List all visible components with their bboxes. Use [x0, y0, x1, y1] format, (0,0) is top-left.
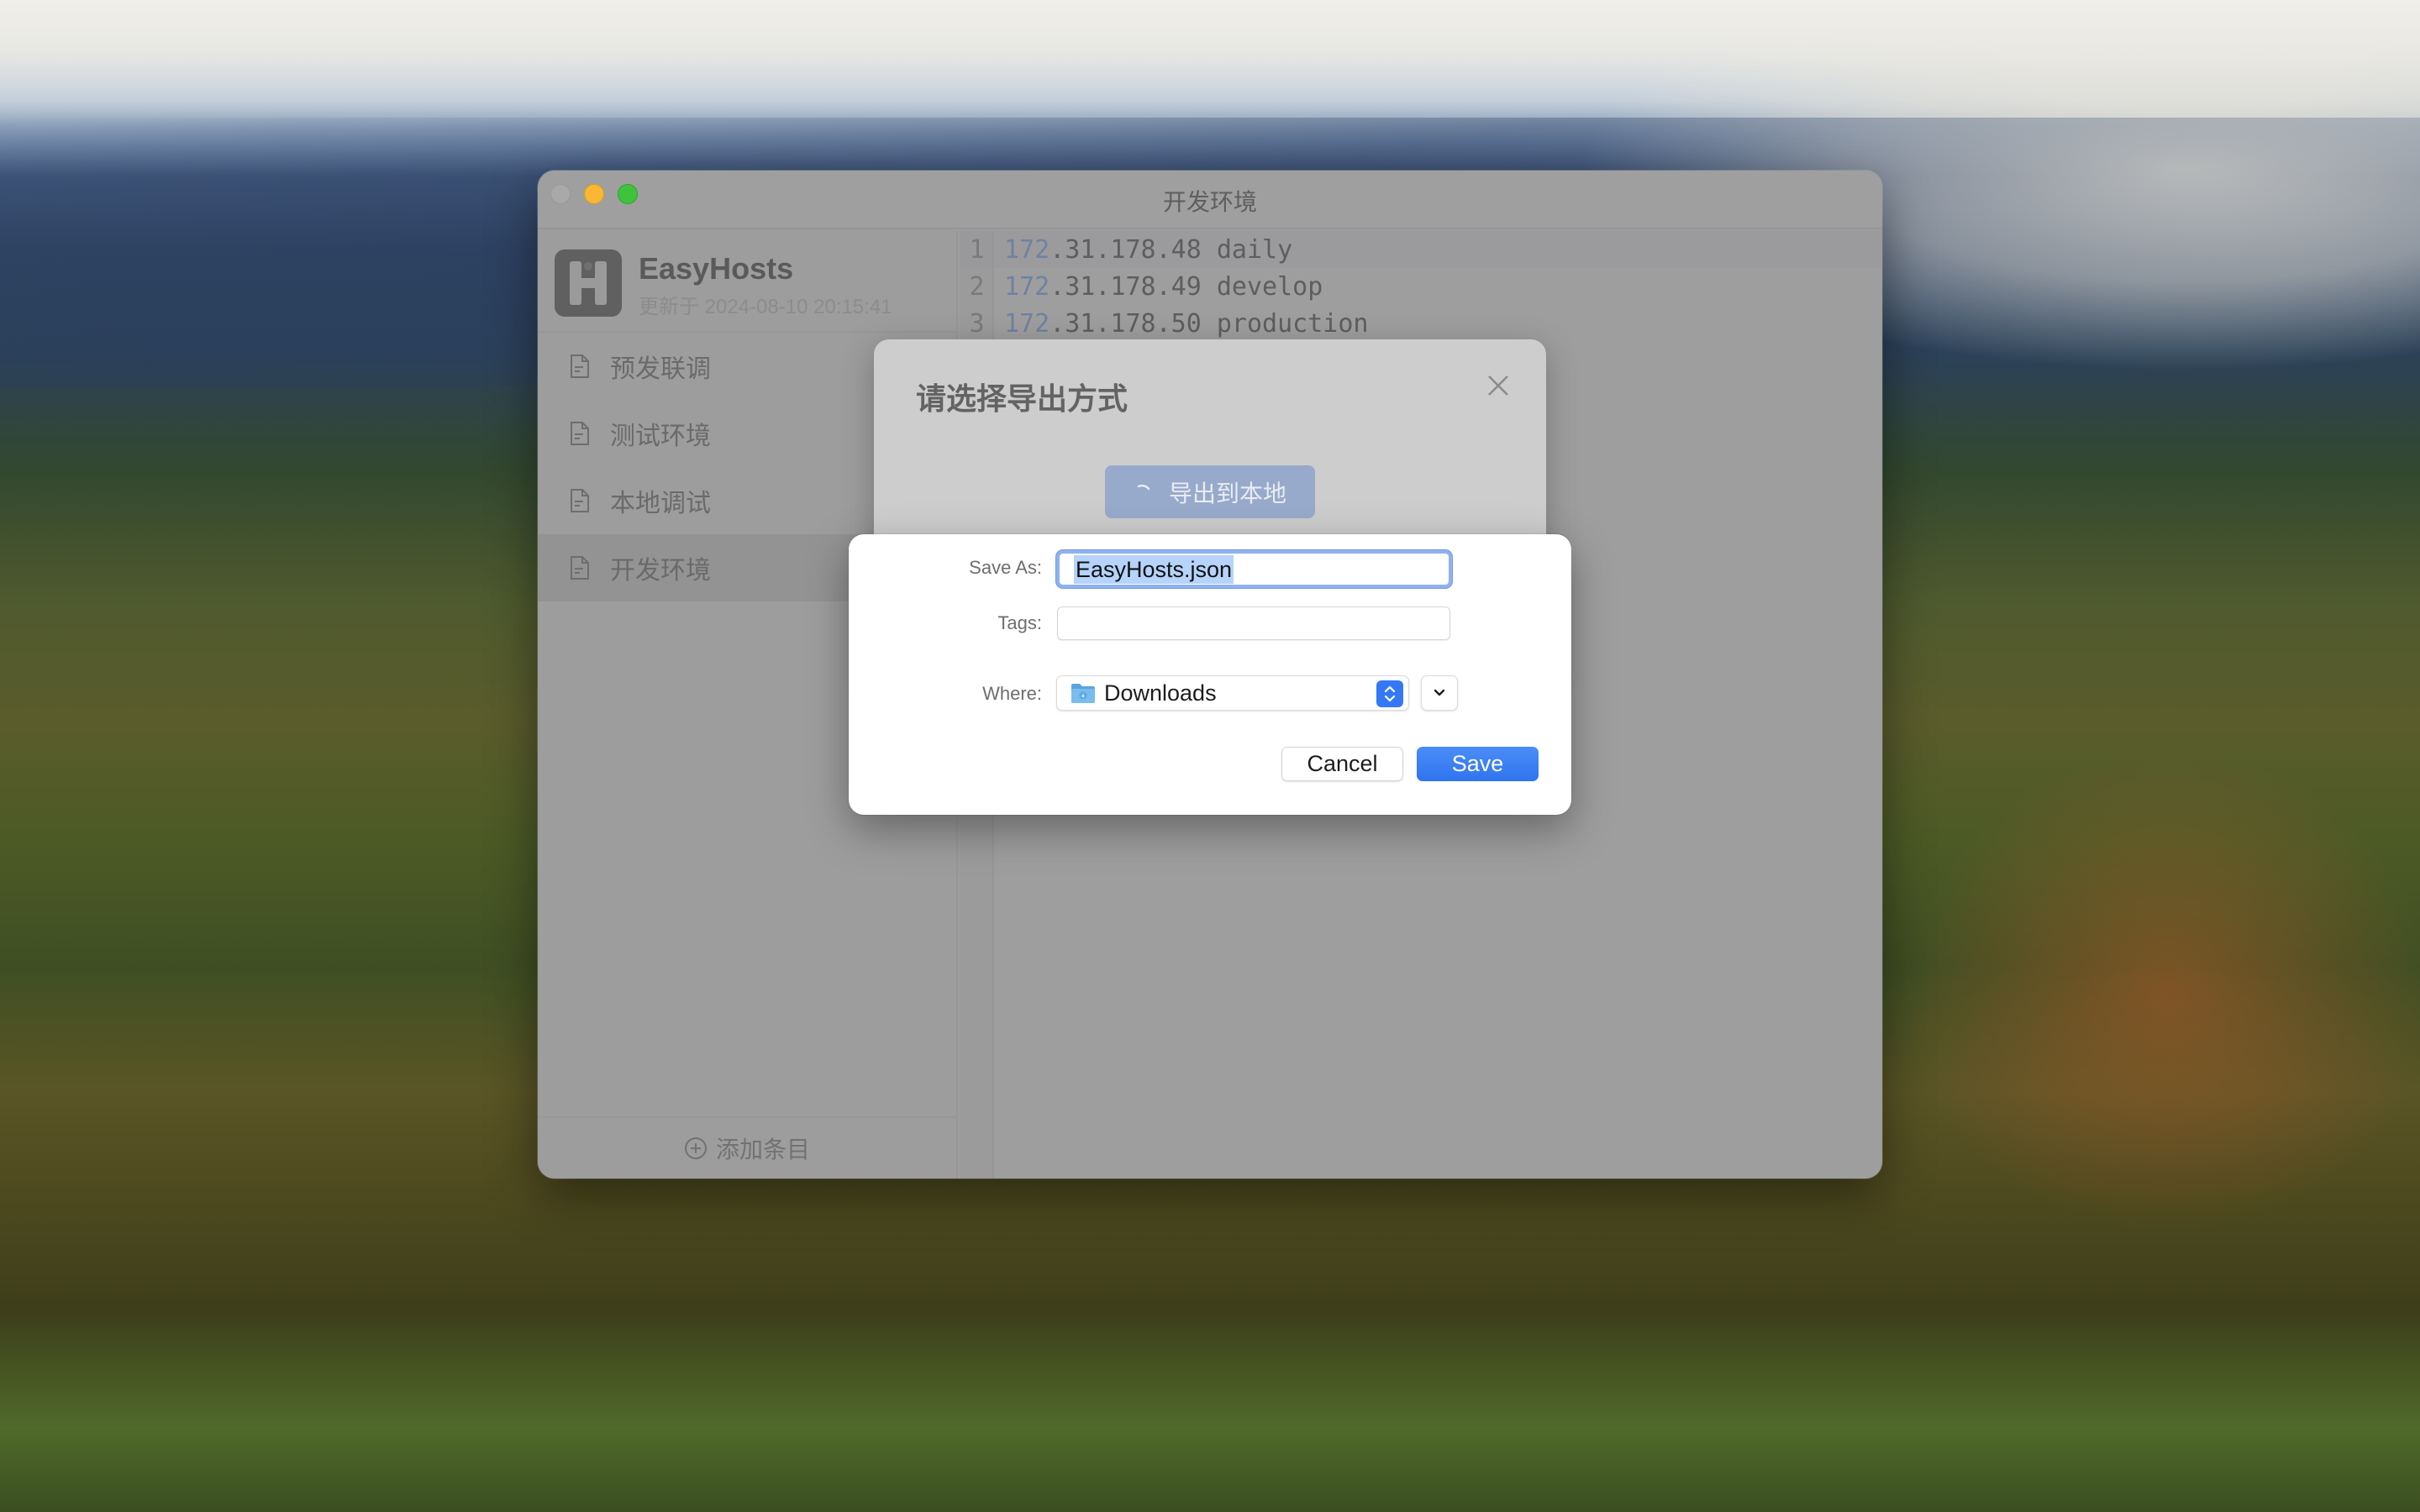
- expand-dialog-button[interactable]: [1421, 675, 1458, 711]
- code-line: 2 172.31.178.49 develop: [960, 268, 1882, 305]
- export-local-button[interactable]: 导出到本地: [1105, 465, 1315, 518]
- save-as-input[interactable]: EasyHosts.json: [1056, 550, 1452, 588]
- line-number: 2: [969, 271, 985, 302]
- file-icon: [571, 354, 589, 378]
- plus-circle-icon: [684, 1137, 707, 1159]
- line-number: 1: [969, 234, 985, 265]
- sidebar-item-label: 测试环境: [610, 423, 711, 450]
- export-modal-title: 请选择导出方式: [916, 381, 1128, 416]
- app-header: EasyHosts 更新于 2024-08-10 20:15:41: [538, 231, 956, 333]
- tags-input[interactable]: [1057, 606, 1450, 640]
- file-icon: [571, 422, 589, 445]
- app-name: EasyHosts: [639, 251, 794, 286]
- file-icon: [571, 556, 589, 580]
- where-popup-button[interactable]: Downloads: [1056, 675, 1409, 711]
- code-text: 172.31.178.48 daily: [1004, 234, 1293, 265]
- add-entry-button[interactable]: 添加条目: [684, 1131, 810, 1165]
- code-text: 172.31.178.49 develop: [1004, 271, 1323, 302]
- sidebar-item-label: 预发联调: [610, 355, 711, 383]
- file-icon: [571, 489, 589, 512]
- line-number: 3: [969, 308, 985, 339]
- where-value: Downloads: [1104, 680, 1217, 706]
- loading-spinner-icon: [1137, 484, 1150, 490]
- save-dialog: Save As: EasyHosts.json Tags: Where: Dow…: [849, 534, 1571, 815]
- code-text: 172.31.178.50 production: [1004, 308, 1369, 339]
- sidebar-footer: 添加条目: [538, 1116, 956, 1179]
- h-logo-glyph: [570, 261, 607, 305]
- last-updated: 更新于 2024-08-10 20:15:41: [639, 296, 892, 318]
- close-icon[interactable]: [1486, 373, 1511, 398]
- title-bar: 开发环境: [538, 171, 1882, 229]
- wallpaper-clouds: [0, 0, 2420, 126]
- save-button[interactable]: Save: [1417, 747, 1539, 781]
- popup-stepper-icon: [1376, 680, 1403, 707]
- where-label: Where:: [982, 683, 1042, 704]
- app-logo-icon: [555, 249, 622, 317]
- sidebar-item-label: 开发环境: [610, 557, 711, 585]
- downloads-folder-icon: [1071, 684, 1095, 703]
- add-entry-label: 添加条目: [715, 1137, 810, 1163]
- cancel-button[interactable]: Cancel: [1281, 747, 1403, 781]
- code-line: 3 172.31.178.50 production: [960, 305, 1882, 342]
- tags-label: Tags:: [997, 612, 1042, 633]
- code-line: 1 172.31.178.48 daily: [960, 231, 1882, 268]
- window-title: 开发环境: [1162, 189, 1257, 215]
- chevron-down-icon: [1434, 689, 1445, 696]
- save-as-value: EasyHosts.json: [1074, 554, 1234, 584]
- sidebar-item-label: 本地调试: [610, 490, 711, 517]
- save-as-label: Save As:: [969, 557, 1042, 578]
- export-local-label: 导出到本地: [1168, 480, 1286, 507]
